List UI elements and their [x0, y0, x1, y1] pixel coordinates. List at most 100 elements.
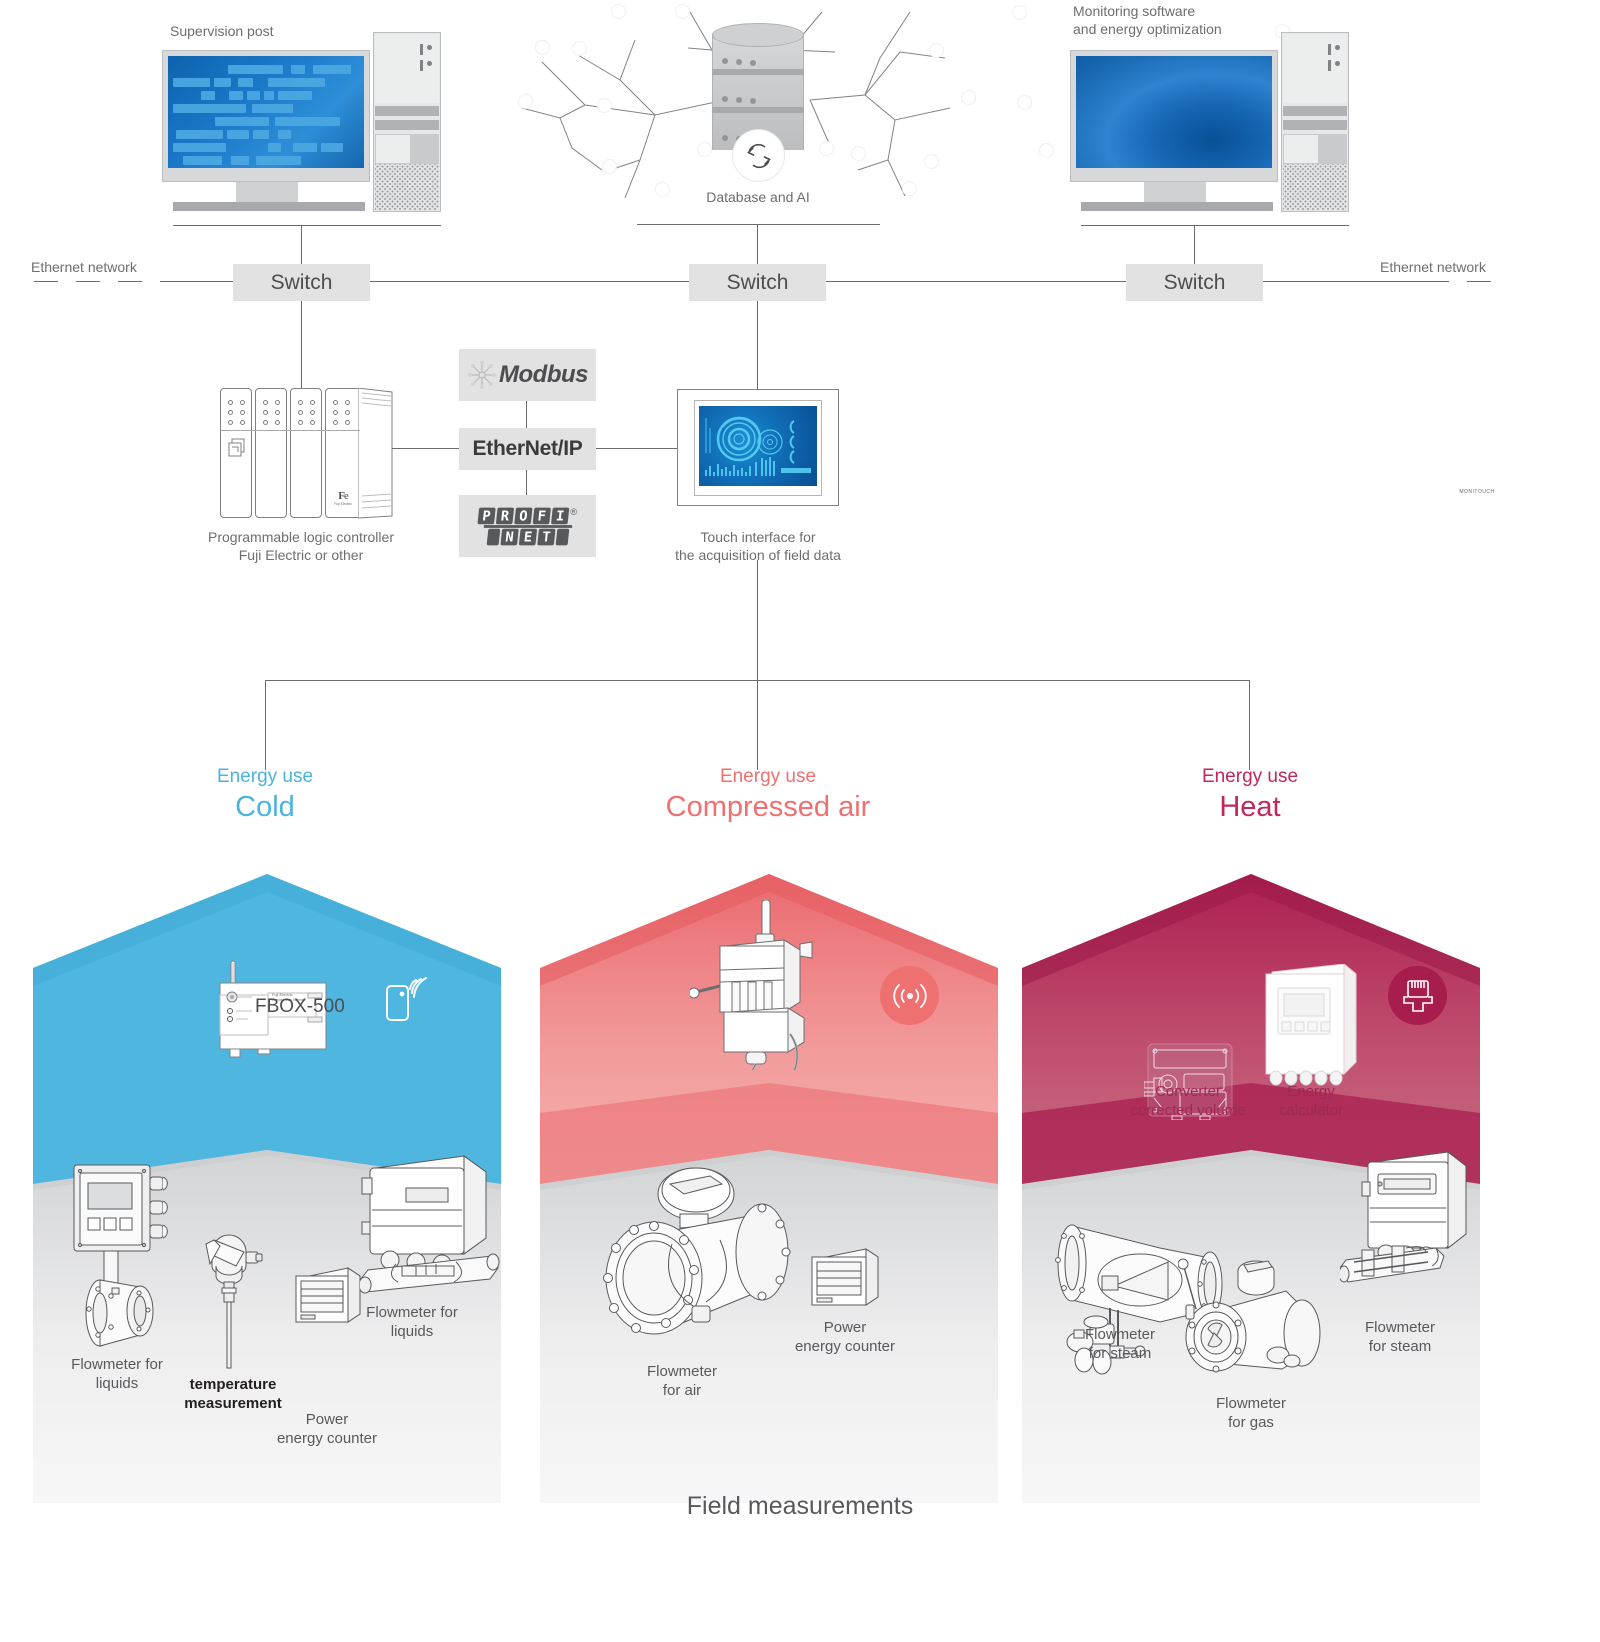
plc-caption: Programmable logic controller Fuji Elect… — [208, 529, 394, 563]
plc-module — [290, 388, 322, 518]
tower-vent-mesh — [375, 164, 439, 210]
temperature-probe — [205, 1234, 263, 1369]
network-node — [820, 142, 833, 155]
network-node — [519, 95, 532, 108]
plc-brand-label: Fuji Electric — [333, 502, 353, 506]
tower-vent-mesh — [1283, 164, 1347, 210]
energy-use-header-heat: Energy use Heat — [1100, 765, 1400, 825]
hmi-dashboard-graphic — [705, 416, 811, 476]
profinet-line-2: NET — [478, 528, 577, 545]
diagram-canvas: Ethernet network Ethernet network Superv… — [0, 0, 1600, 1642]
energy-use-eyebrow: Energy use — [719, 766, 817, 787]
wireless-broadcast-icon — [892, 983, 927, 1008]
power-energy-counter-air-label: Power energy counter — [794, 1319, 896, 1355]
energy-calculator — [1265, 964, 1357, 1086]
plc-cpu-glyph-icon — [228, 438, 245, 457]
supervision-monitor-base — [173, 202, 365, 211]
wifi-signal-icon — [386, 977, 427, 1021]
ai-sync-badge — [733, 130, 784, 181]
supervision-drop-line — [301, 225, 302, 265]
tower-optical-bay — [1283, 106, 1347, 116]
energy-use-eyebrow: Energy use — [1201, 766, 1299, 787]
plc-fuji-logo: Fe Fuji Electric — [330, 490, 356, 506]
switch-left[interactable]: Switch — [233, 264, 370, 301]
tower-optical-bay — [375, 106, 439, 116]
network-node — [852, 147, 865, 160]
switch-right[interactable]: Switch — [1126, 264, 1263, 301]
ethernet-dash — [1467, 281, 1491, 282]
ethernetip-label: EtherNet/IP — [472, 437, 583, 460]
network-node — [1013, 6, 1026, 19]
ethernet-plug-badge — [1388, 966, 1447, 1025]
ethernet-dash — [118, 281, 142, 282]
plc-to-protocol-line — [392, 448, 467, 449]
flowmeter-air-label: Flowmeter for air — [646, 1363, 717, 1399]
tower-optical-bay — [375, 120, 439, 130]
sync-arrows-icon — [746, 143, 771, 168]
monitoring-drop-line — [1194, 225, 1195, 265]
tower-side-panel — [411, 134, 439, 164]
field-branch-right — [1249, 680, 1250, 770]
wireless-broadcast-badge — [880, 966, 939, 1025]
ethernet-dash — [1425, 281, 1449, 282]
energy-use-title: Heat — [1219, 791, 1281, 823]
network-node — [598, 99, 611, 112]
supervision-monitor-screen — [168, 56, 364, 168]
database-led — [750, 98, 756, 104]
tower-optical-bay — [1283, 120, 1347, 130]
tower-led-dot — [1335, 61, 1340, 66]
plc-module-divider — [221, 430, 360, 431]
database-bus-line — [637, 224, 880, 225]
power-energy-counter-cold-label: Power energy counter — [276, 1411, 378, 1447]
network-node — [698, 143, 711, 156]
modbus-label: Modbus — [499, 361, 588, 388]
tower-led-dot — [427, 45, 432, 50]
ethernet-dash — [34, 281, 58, 282]
fbox-500-label: FBOX-500 — [255, 996, 345, 1017]
modbus-badge[interactable]: Modbus — [459, 349, 596, 401]
switch-label: Switch — [1163, 270, 1226, 294]
switch-middle[interactable]: Switch — [689, 264, 826, 301]
database-led — [722, 135, 728, 141]
tower-led-dot — [1335, 45, 1340, 50]
flowmeter-steam-vortex-label: Flowmeter for steam — [1084, 1326, 1155, 1362]
network-node — [925, 155, 938, 168]
network-node — [1018, 96, 1031, 109]
switch-to-hmi-line — [757, 301, 758, 389]
flowmeter-liquids-clamp-on — [360, 1155, 500, 1294]
network-node — [612, 5, 625, 18]
network-node — [903, 182, 916, 195]
modbus-star-icon — [468, 361, 496, 389]
flowmeter-steam-insertion-label: Flowmeter for steam — [1364, 1319, 1435, 1355]
hmi-screen — [699, 406, 817, 486]
ethernet-dash — [1383, 281, 1407, 282]
ethernet-network-right-label: Ethernet network — [1380, 259, 1486, 275]
ethernet-plug-icon — [1402, 979, 1433, 1012]
database-cylinder-top — [712, 23, 804, 47]
energy-use-title: Compressed air — [665, 791, 871, 823]
eip-to-profinet-line — [526, 470, 527, 495]
tower-led-dot — [427, 61, 432, 66]
tower-led-dot — [1328, 44, 1331, 55]
flowmeter-gas-label: Flowmeter for gas — [1215, 1395, 1286, 1431]
supervision-post-label: Supervision post — [170, 23, 274, 39]
ethernet-network-left-label: Ethernet network — [31, 259, 137, 275]
power-energy-counter-air — [811, 1248, 879, 1306]
network-node — [930, 44, 943, 57]
thermal-mass-flow-sensor — [690, 900, 813, 1070]
ethernetip-badge[interactable]: EtherNet/IP — [459, 428, 596, 470]
database-cylinder-divider — [712, 107, 804, 113]
database-led — [722, 58, 728, 64]
flowmeter-liquids-left — [73, 1164, 168, 1347]
energy-use-eyebrow: Energy use — [216, 766, 314, 787]
tower-led-dot — [1328, 60, 1331, 71]
energy-calculator-label: Energy calculator — [1278, 1083, 1344, 1119]
profinet-divider-bar — [483, 524, 572, 528]
energy-use-header-compressed-air: Energy use Compressed air — [618, 765, 918, 825]
monitoring-bus-line — [1081, 225, 1349, 226]
supervision-bus-line — [173, 225, 441, 226]
temperature-probe-label: temperature measurement — [184, 1376, 282, 1412]
profinet-badge[interactable]: PROFI ® NET — [459, 495, 596, 557]
profinet-line-1: PROFI ® — [477, 507, 577, 524]
flowmeter-steam-insertion — [1340, 1152, 1467, 1283]
